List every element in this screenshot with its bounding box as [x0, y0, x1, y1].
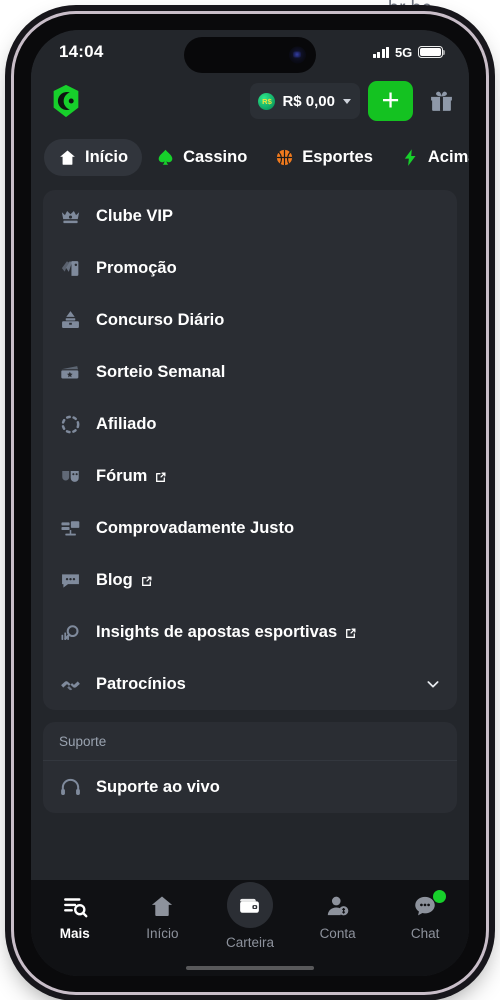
nav-item-label: Carteira [225, 935, 274, 950]
menu-item-label: Fórum [96, 467, 167, 486]
menu-item-label: Patrocínios [96, 674, 186, 693]
chevron-down-icon[interactable] [425, 676, 441, 692]
menu-item-label: Suporte ao vivo [96, 777, 220, 796]
menu-item-label: Insights de apostas esportivas [96, 623, 357, 642]
tag-icon [59, 257, 82, 280]
menu-item-label: Comprovadamente Justo [96, 518, 295, 537]
nav-item-carteira[interactable]: Carteira [206, 882, 294, 950]
chat-notification-badge [433, 890, 447, 903]
deposit-button[interactable] [368, 81, 413, 121]
tab-acima-ab[interactable]: Acima Ab [387, 139, 469, 176]
headset-icon [59, 776, 82, 799]
menu-item-blog[interactable]: Blog [43, 554, 457, 606]
tab-cassino[interactable]: Cassino [142, 139, 261, 176]
wallet-button[interactable] [226, 882, 273, 928]
brl-coin-icon: R$ [258, 92, 276, 110]
dashed-circle-icon [59, 413, 82, 436]
magnifier-chart-icon [59, 621, 82, 644]
monitor-icon [59, 517, 82, 540]
menu-item-suporte-ao-vivo[interactable]: Suporte ao vivo [43, 761, 457, 813]
network-type-label: 5G [395, 44, 412, 60]
masks-icon [59, 465, 82, 488]
menu-item-insights-apostas-esportivas[interactable]: Insights de apostas esportivas [43, 606, 457, 658]
menu-item-comprovadamente-justo[interactable]: Comprovadamente Justo [43, 502, 457, 554]
menu-item-label: Blog [96, 571, 153, 590]
home-icon [149, 893, 175, 919]
status-clock: 14:04 [59, 42, 104, 61]
home-indicator[interactable] [186, 966, 314, 970]
nav-item-label: Início [146, 926, 179, 941]
status-indicators: 5G [372, 44, 446, 60]
nav-item-conta[interactable]: Conta [294, 893, 382, 941]
nav-item-mais[interactable]: Mais [31, 893, 119, 941]
user-coin-icon [325, 893, 351, 919]
external-link-icon [344, 626, 357, 639]
menu-item-label: Concurso Diário [96, 310, 225, 329]
nav-item-inicio[interactable]: Início [119, 893, 207, 941]
tab-label: Acima Ab [427, 147, 469, 166]
chat-bubble-icon [59, 569, 82, 592]
lightning-icon [401, 148, 420, 167]
tab-label: Cassino [183, 147, 248, 166]
menu-item-label: Afiliado [96, 414, 157, 433]
screenshot-stage: br.bc 14:04 5G R$ R$ 0,00 + Início Cassi… [0, 0, 500, 1000]
menu-item-concurso-diario[interactable]: Concurso Diário [43, 294, 457, 346]
menu-item-patrocinios[interactable]: Patrocínios [43, 658, 457, 710]
main-menu-card: Clube VIP Promoção Concurso Diário Sorte… [43, 190, 457, 710]
menu-item-label: Clube VIP [96, 206, 174, 225]
balance-amount: R$ 0,00 [282, 92, 335, 110]
menu-item-label: Sorteio Semanal [96, 362, 226, 381]
tab-inicio[interactable]: Início [44, 138, 143, 176]
tab-label: Início [85, 147, 129, 166]
signal-bars-icon [372, 46, 390, 58]
menu-scroll-area[interactable]: Clube VIP Promoção Concurso Diário Sorte… [31, 184, 469, 910]
nav-item-label: Chat [410, 926, 440, 941]
crown-icon [59, 205, 82, 228]
external-link-icon [154, 470, 167, 483]
list-search-icon [62, 893, 88, 919]
menu-item-label: Promoção [96, 258, 177, 277]
header-actions: R$ R$ 0,00 [250, 81, 461, 121]
external-link-icon [140, 574, 153, 587]
home-icon [58, 148, 77, 167]
balance-chip[interactable]: R$ R$ 0,00 [250, 83, 360, 119]
gift-box-icon[interactable] [421, 81, 461, 121]
ticket-icon [59, 361, 82, 384]
nav-item-label: Conta [319, 926, 356, 941]
menu-item-afiliado[interactable]: Afiliado [43, 398, 457, 450]
front-camera-icon [289, 46, 306, 64]
battery-full-icon [418, 45, 446, 59]
tab-esportes[interactable]: Esportes [261, 139, 387, 176]
support-card: Suporte Suporte ao vivo [43, 722, 457, 813]
dynamic-island [184, 37, 316, 73]
ballot-box-icon [59, 309, 82, 332]
menu-item-clube-vip[interactable]: Clube VIP [43, 190, 457, 242]
menu-item-promocao[interactable]: Promoção [43, 242, 457, 294]
basketball-icon [275, 148, 294, 167]
nav-item-label: Mais [59, 926, 90, 941]
menu-item-sorteio-semanal[interactable]: Sorteio Semanal [43, 346, 457, 398]
app-header: R$ R$ 0,00 [31, 72, 469, 130]
bottom-navigation: Mais Início Carteira Conta Chat [31, 880, 469, 976]
chevron-down-icon[interactable] [343, 98, 351, 104]
spade-icon [156, 148, 175, 167]
phone-screen: 14:04 5G R$ R$ 0,00 + Início Cassino Esp… [31, 30, 469, 976]
menu-item-forum[interactable]: Fórum [43, 450, 457, 502]
tab-label: Esportes [302, 147, 373, 166]
bc-game-logo[interactable] [47, 82, 85, 120]
category-tabs[interactable]: Início Cassino Esportes Acim [31, 130, 469, 184]
handshake-icon [59, 673, 82, 696]
nav-item-chat[interactable]: Chat [381, 890, 469, 941]
support-section-title: Suporte [43, 722, 457, 761]
wallet-icon [237, 893, 262, 918]
